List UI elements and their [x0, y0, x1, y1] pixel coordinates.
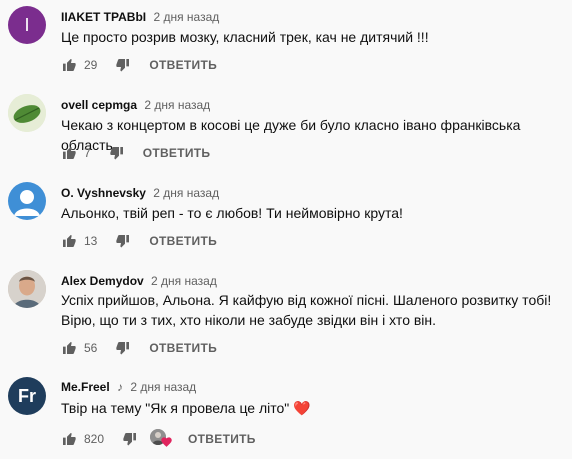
like-count: 13: [84, 234, 98, 248]
leaf-avatar-image: [8, 94, 46, 132]
comment-item: O. Vyshnevsky 2 дня назад Альонко, твій …: [0, 176, 572, 264]
like-icon[interactable]: [61, 145, 77, 161]
comment-text: Це просто розрив мозку, класний трек, ка…: [61, 29, 429, 45]
dislike-icon[interactable]: [115, 57, 131, 73]
avatar-letter: I: [24, 14, 30, 35]
heart-icon: [161, 436, 172, 450]
avatar[interactable]: Fr: [8, 377, 46, 415]
like-count: 29: [84, 58, 98, 72]
comment-item: ovell cepmga 2 дня назад Чекаю з концерт…: [0, 88, 572, 176]
comment-text: Твір на тему "Як я провела це літо" ❤️: [61, 400, 311, 416]
comment-author[interactable]: Alex Demydov: [61, 274, 144, 288]
comment-time[interactable]: 2 дня назад: [153, 186, 219, 200]
comment-time[interactable]: 2 дня назад: [153, 10, 219, 24]
like-icon[interactable]: [61, 57, 77, 73]
comment-header: IIAKET TPABbI 2 дня назад: [61, 10, 219, 24]
comment-actions: 7 ОТВЕТИТЬ: [61, 141, 210, 165]
reply-button[interactable]: ОТВЕТИТЬ: [149, 234, 217, 248]
like-icon[interactable]: [61, 340, 77, 356]
comment-author[interactable]: O. Vyshnevsky: [61, 186, 146, 200]
music-note-icon: ♪: [117, 380, 124, 394]
user-photo-avatar: [8, 270, 46, 308]
avatar[interactable]: [8, 270, 46, 308]
comment-text: Альонко, твій реп - то є любов! Ти неймо…: [61, 205, 403, 221]
comment-item: Fr Me.Freel ♪ 2 дня назад Твір на тему "…: [0, 370, 572, 459]
comment-header: O. Vyshnevsky 2 дня назад: [61, 186, 219, 200]
dislike-icon[interactable]: [109, 145, 125, 161]
like-icon[interactable]: [61, 431, 77, 447]
comment-text: Успіх прийшов, Альона. Я кайфую від кожн…: [61, 292, 552, 328]
comment-header: ovell cepmga 2 дня назад: [61, 98, 210, 112]
like-icon[interactable]: [61, 233, 77, 249]
comment-actions: 820 ОТВЕТИТЬ: [61, 427, 256, 451]
reply-button[interactable]: ОТВЕТИТЬ: [143, 146, 211, 160]
comment-item: Alex Demydov 2 дня назад Успіх прийшов, …: [0, 264, 572, 370]
avatar[interactable]: [8, 94, 46, 132]
creator-heart-badge: [150, 429, 172, 450]
reply-button[interactable]: ОТВЕТИТЬ: [188, 432, 256, 446]
like-count: 820: [84, 432, 105, 446]
like-count: 7: [84, 146, 91, 160]
reply-button[interactable]: ОТВЕТИТЬ: [149, 58, 217, 72]
comment-actions: 56 ОТВЕТИТЬ: [61, 336, 217, 360]
avatar-letters: Fr: [18, 385, 36, 406]
comment-header: Alex Demydov 2 дня назад: [61, 274, 217, 288]
comment-author[interactable]: ovell cepmga: [61, 98, 137, 112]
comment-time[interactable]: 2 дня назад: [151, 274, 217, 288]
avatar[interactable]: I: [8, 6, 46, 44]
reply-button[interactable]: ОТВЕТИТЬ: [149, 341, 217, 355]
comment-author[interactable]: Me.Freel: [61, 380, 110, 394]
comment-actions: 13 ОТВЕТИТЬ: [61, 229, 217, 253]
comment-time[interactable]: 2 дня назад: [130, 380, 196, 394]
comment-actions: 29 ОТВЕТИТЬ: [61, 53, 217, 77]
dislike-icon[interactable]: [115, 340, 131, 356]
like-count: 56: [84, 341, 98, 355]
comment-author[interactable]: IIAKET TPABbI: [61, 10, 146, 24]
dislike-icon[interactable]: [122, 431, 138, 447]
comment-time[interactable]: 2 дня назад: [144, 98, 210, 112]
comment-header: Me.Freel ♪ 2 дня назад: [61, 380, 196, 394]
comment-item: I IIAKET TPABbI 2 дня назад Це просто ро…: [0, 0, 572, 88]
dislike-icon[interactable]: [115, 233, 131, 249]
avatar[interactable]: [8, 182, 46, 220]
default-user-icon: [14, 190, 40, 216]
